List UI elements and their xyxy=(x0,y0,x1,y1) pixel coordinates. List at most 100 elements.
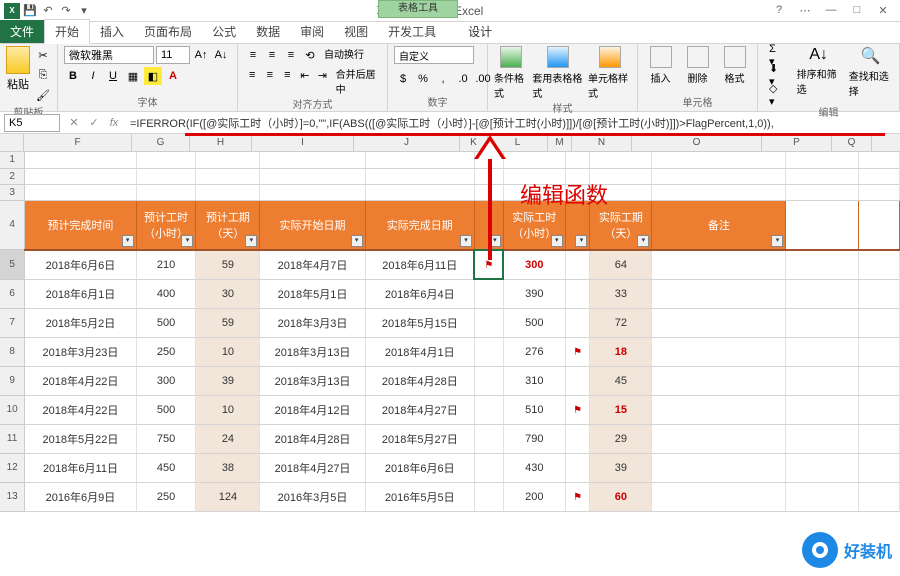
row-header[interactable]: 12 xyxy=(0,453,25,482)
empty-cell[interactable] xyxy=(786,279,858,308)
data-cell[interactable]: 500 xyxy=(503,308,565,337)
filter-icon[interactable]: ▾ xyxy=(771,235,783,247)
col-header-q[interactable]: Q xyxy=(832,134,872,151)
tab-view[interactable]: 视图 xyxy=(334,20,378,43)
data-cell[interactable] xyxy=(652,482,786,511)
row-header[interactable]: 1 xyxy=(0,152,25,168)
col-header-i[interactable]: I xyxy=(252,134,354,151)
th-actual-start[interactable]: 实际开始日期▾ xyxy=(260,200,365,250)
empty-cell[interactable] xyxy=(786,366,858,395)
row-header[interactable]: 3 xyxy=(0,184,25,200)
th-expected-hours[interactable]: 预计工时（小时）▾ xyxy=(136,200,196,250)
row-header[interactable]: 6 xyxy=(0,279,25,308)
data-cell[interactable]: 2018年4月12日 xyxy=(260,395,365,424)
conditional-format-button[interactable]: 条件格式 xyxy=(494,46,528,100)
empty-cell[interactable] xyxy=(365,168,474,184)
empty-cell[interactable] xyxy=(858,250,899,280)
data-cell[interactable]: 124 xyxy=(196,482,260,511)
row-header[interactable]: 2 xyxy=(0,168,25,184)
clear-button[interactable]: ◇ ▾ xyxy=(764,86,789,104)
qa-redo-icon[interactable]: ↷ xyxy=(58,3,74,19)
empty-cell[interactable] xyxy=(786,184,858,200)
data-cell[interactable]: 2018年5月15日 xyxy=(365,308,474,337)
data-cell[interactable]: 210 xyxy=(136,250,196,280)
row-header[interactable]: 13 xyxy=(0,482,25,511)
tab-design[interactable]: 设计 xyxy=(458,20,502,43)
data-cell[interactable]: 2016年3月5日 xyxy=(260,482,365,511)
data-cell[interactable]: 430 xyxy=(503,453,565,482)
data-cell[interactable]: 310 xyxy=(503,366,565,395)
find-select-button[interactable]: 🔍查找和选择 xyxy=(849,46,893,98)
data-cell[interactable]: 38 xyxy=(196,453,260,482)
tab-file[interactable]: 文件 xyxy=(0,20,44,43)
empty-cell[interactable] xyxy=(786,424,858,453)
filter-icon[interactable]: ▾ xyxy=(637,235,649,247)
filter-icon[interactable]: ▾ xyxy=(575,235,587,247)
data-cell[interactable]: 2016年6月9日 xyxy=(25,482,136,511)
qa-dropdown-icon[interactable]: ▾ xyxy=(76,3,92,19)
data-cell[interactable]: 2018年4月7日 xyxy=(260,250,365,280)
tab-developer[interactable]: 开发工具 xyxy=(378,20,446,43)
insert-cell-button[interactable]: 插入 xyxy=(650,46,672,85)
flag-cell[interactable] xyxy=(474,308,503,337)
comma-icon[interactable]: , xyxy=(434,70,452,88)
empty-cell[interactable] xyxy=(858,482,899,511)
data-cell[interactable]: 39 xyxy=(196,366,260,395)
col-header-n[interactable]: N xyxy=(572,134,632,151)
data-cell[interactable]: 60 xyxy=(590,482,652,511)
minimize-icon[interactable]: — xyxy=(820,4,842,17)
flag-cell[interactable] xyxy=(565,308,590,337)
data-cell[interactable]: 2018年4月1日 xyxy=(365,337,474,366)
name-box[interactable] xyxy=(4,114,60,132)
data-cell[interactable]: 18 xyxy=(590,337,652,366)
th-actual-end[interactable]: 实际完成日期▾ xyxy=(365,200,474,250)
orientation-icon[interactable]: ⟲ xyxy=(301,46,319,64)
data-cell[interactable]: 2018年5月2日 xyxy=(25,308,136,337)
delete-cell-button[interactable]: 删除 xyxy=(687,46,709,85)
data-cell[interactable]: 2018年3月23日 xyxy=(25,337,136,366)
sort-filter-button[interactable]: A↓排序和筛选 xyxy=(797,46,841,96)
align-top-icon[interactable]: ≡ xyxy=(244,46,262,64)
flag-cell[interactable] xyxy=(474,337,503,366)
empty-cell[interactable] xyxy=(136,184,196,200)
data-cell[interactable]: 2018年5月1日 xyxy=(260,279,365,308)
data-cell[interactable]: 300 xyxy=(136,366,196,395)
empty-cell[interactable] xyxy=(652,184,786,200)
data-cell[interactable]: 250 xyxy=(136,482,196,511)
empty-cell[interactable] xyxy=(565,152,590,168)
data-cell[interactable]: 2018年6月4日 xyxy=(365,279,474,308)
data-cell[interactable]: 500 xyxy=(136,395,196,424)
wrap-text-button[interactable]: 自动换行 xyxy=(324,46,364,64)
empty-cell[interactable] xyxy=(786,395,858,424)
data-cell[interactable]: 300 xyxy=(503,250,565,280)
data-cell[interactable]: 2018年5月27日 xyxy=(365,424,474,453)
data-cell[interactable]: 2018年3月13日 xyxy=(260,366,365,395)
data-cell[interactable]: 510 xyxy=(503,395,565,424)
align-left-icon[interactable]: ≡ xyxy=(244,66,261,84)
col-header-f[interactable]: F xyxy=(24,134,132,151)
th-expected-days[interactable]: 预计工期（天）▾ xyxy=(196,200,260,250)
data-cell[interactable] xyxy=(652,308,786,337)
row-header[interactable]: 5 xyxy=(0,250,25,280)
data-cell[interactable]: 390 xyxy=(503,279,565,308)
data-cell[interactable]: 33 xyxy=(590,279,652,308)
empty-cell[interactable] xyxy=(25,168,136,184)
data-cell[interactable]: 2018年6月1日 xyxy=(25,279,136,308)
empty-cell[interactable] xyxy=(786,337,858,366)
empty-cell[interactable] xyxy=(652,152,786,168)
help-icon[interactable]: ? xyxy=(768,4,790,17)
data-cell[interactable]: 500 xyxy=(136,308,196,337)
empty-cell[interactable] xyxy=(786,168,858,184)
empty-cell[interactable] xyxy=(786,200,858,250)
tab-home[interactable]: 开始 xyxy=(44,19,90,44)
format-painter-icon[interactable]: 🖌 xyxy=(34,86,52,104)
empty-cell[interactable] xyxy=(786,250,858,280)
th-remark[interactable]: 备注▾ xyxy=(652,200,786,250)
flag-cell[interactable] xyxy=(474,453,503,482)
col-header-h[interactable]: H xyxy=(190,134,252,151)
empty-cell[interactable] xyxy=(260,168,365,184)
tab-formulas[interactable]: 公式 xyxy=(202,20,246,43)
align-bottom-icon[interactable]: ≡ xyxy=(282,46,300,64)
empty-cell[interactable] xyxy=(590,152,652,168)
empty-cell[interactable] xyxy=(365,152,474,168)
